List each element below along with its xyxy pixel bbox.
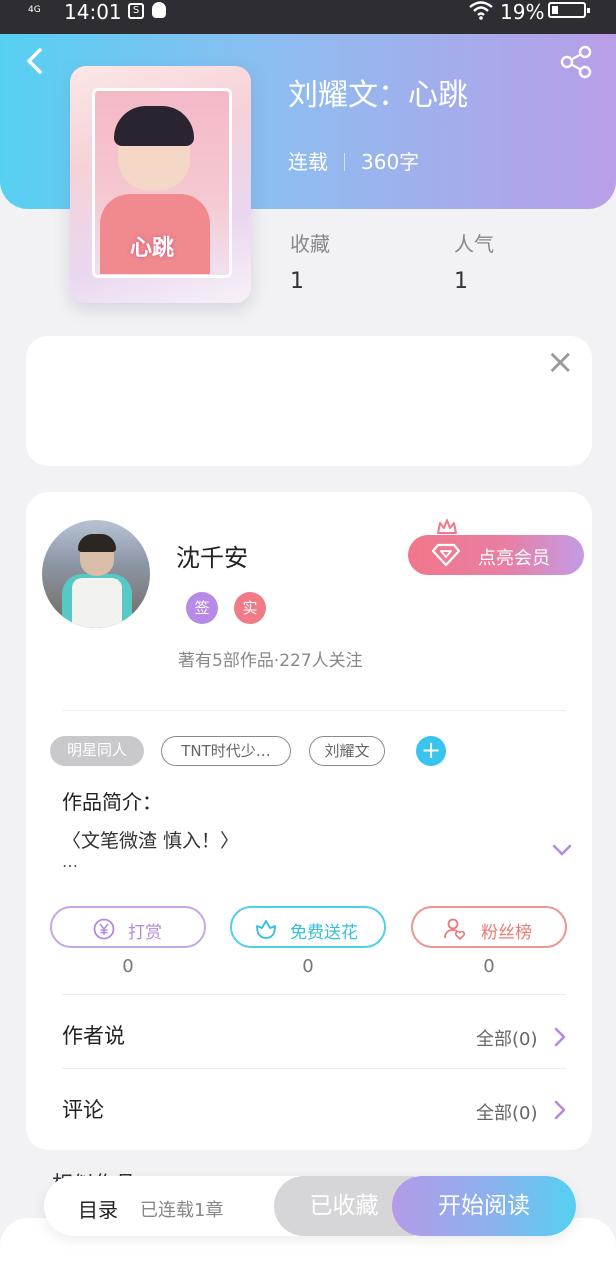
tag-item[interactable]: TNT时代少…: [161, 736, 291, 766]
close-icon[interactable]: ×: [546, 345, 575, 379]
share-button[interactable]: [558, 44, 594, 80]
tip-label: 打赏: [128, 923, 162, 943]
action-dock: 目录 已连载1章 已收藏 开始阅读: [44, 1176, 576, 1236]
cover-title-text: 心跳: [130, 236, 175, 261]
chevron-down-icon[interactable]: [550, 840, 574, 860]
fan-ranking-label: 粉丝榜: [481, 923, 532, 943]
flower-icon: [256, 920, 276, 939]
avatar-figure-hair: [78, 534, 116, 552]
book-meta: 连载 360字: [288, 146, 419, 175]
divider: [62, 1068, 566, 1069]
fan-count: 0: [483, 956, 495, 977]
comments-count: 全部(0): [476, 1103, 538, 1124]
status-time: 14:01: [64, 0, 122, 24]
start-reading-button[interactable]: 开始阅读: [392, 1176, 576, 1236]
chevron-left-icon: [27, 48, 42, 74]
back-button[interactable]: [20, 44, 50, 78]
intro-ellipsis: …: [62, 852, 80, 871]
fan-ranking-button[interactable]: 粉丝榜: [411, 906, 567, 948]
tip-count: 0: [122, 956, 134, 977]
chapter-status: 已连载1章: [140, 1200, 224, 1221]
tag-item[interactable]: 明星同人: [50, 736, 144, 766]
word-count: 360字: [361, 150, 420, 174]
toc-button[interactable]: 目录: [78, 1194, 118, 1223]
flower-count: 0: [302, 956, 314, 977]
add-tag-button[interactable]: +: [416, 736, 446, 766]
book-title: 刘耀文：心跳: [288, 78, 468, 113]
comments-label: 评论: [62, 1098, 104, 1122]
yen-coin-icon: [93, 918, 115, 940]
stat-favorites: 收藏 1: [290, 228, 330, 294]
stat-value: 1: [454, 269, 468, 294]
chevron-right-icon: [554, 1027, 566, 1047]
tip-button[interactable]: 打赏: [50, 906, 206, 948]
share-icon: [560, 45, 592, 79]
author-stats: 著有5部作品·227人关注: [178, 651, 363, 671]
divider: [62, 710, 566, 711]
stat-popularity: 人气 1: [454, 228, 494, 294]
signed-badge: 签: [186, 592, 218, 624]
battery-icon: [548, 2, 590, 18]
author-name[interactable]: 沈千安: [176, 538, 248, 573]
vip-button-label: 点亮会员: [478, 548, 550, 569]
stat-label: 人气: [454, 232, 494, 256]
book-status: 连载: [288, 150, 328, 174]
verified-badge: 实: [234, 592, 266, 624]
crown-icon: [437, 519, 457, 534]
app-notification-icon: S: [128, 3, 144, 19]
status-bar: 4G 14:01 S 19%: [0, 0, 616, 34]
ad-card[interactable]: [26, 336, 592, 466]
book-cover[interactable]: 心跳: [70, 66, 251, 303]
vip-button[interactable]: 点亮会员: [408, 535, 584, 575]
author-notes-count: 全部(0): [476, 1029, 538, 1050]
stat-label: 收藏: [290, 232, 330, 256]
send-flower-label: 免费送花: [290, 923, 358, 943]
author-notes-label: 作者说: [62, 1024, 125, 1048]
network-indicator: 4G: [28, 5, 41, 15]
chevron-right-icon: [554, 1100, 566, 1120]
avatar-figure-vest: [72, 578, 122, 628]
divider: [62, 994, 566, 995]
avatar[interactable]: [42, 520, 150, 628]
qq-notification-icon: [152, 2, 166, 18]
user-heart-icon: [444, 918, 466, 941]
diamond-icon: [432, 543, 460, 567]
intro-title: 作品简介：: [62, 790, 162, 814]
intro-text: 〈文笔微渣 慎入！〉: [62, 830, 240, 852]
tag-item[interactable]: 刘耀文: [309, 736, 385, 766]
send-flower-button[interactable]: 免费送花: [230, 906, 386, 948]
wifi-icon: [468, 0, 494, 25]
battery-percent: 19%: [500, 0, 545, 24]
meta-divider: [344, 153, 345, 171]
stat-value: 1: [290, 269, 304, 294]
